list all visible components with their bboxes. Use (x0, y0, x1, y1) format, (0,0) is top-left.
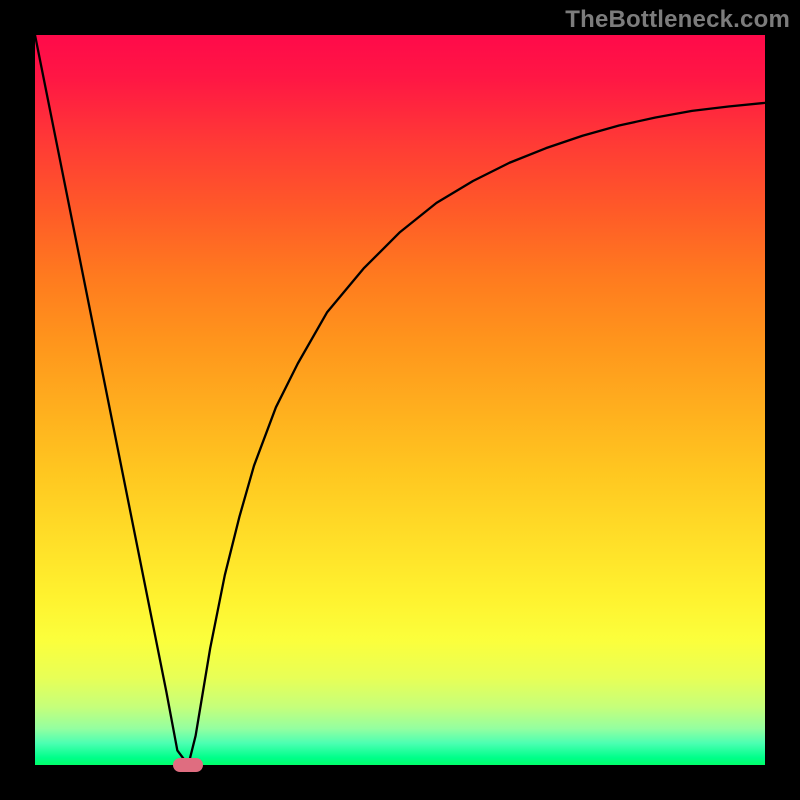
optimal-point-marker (173, 758, 203, 772)
bottleneck-curve (35, 35, 765, 765)
watermark-text: TheBottleneck.com (565, 6, 790, 34)
curve-layer (35, 35, 765, 765)
plot-area (35, 35, 765, 765)
chart-stage: TheBottleneck.com (0, 0, 800, 800)
